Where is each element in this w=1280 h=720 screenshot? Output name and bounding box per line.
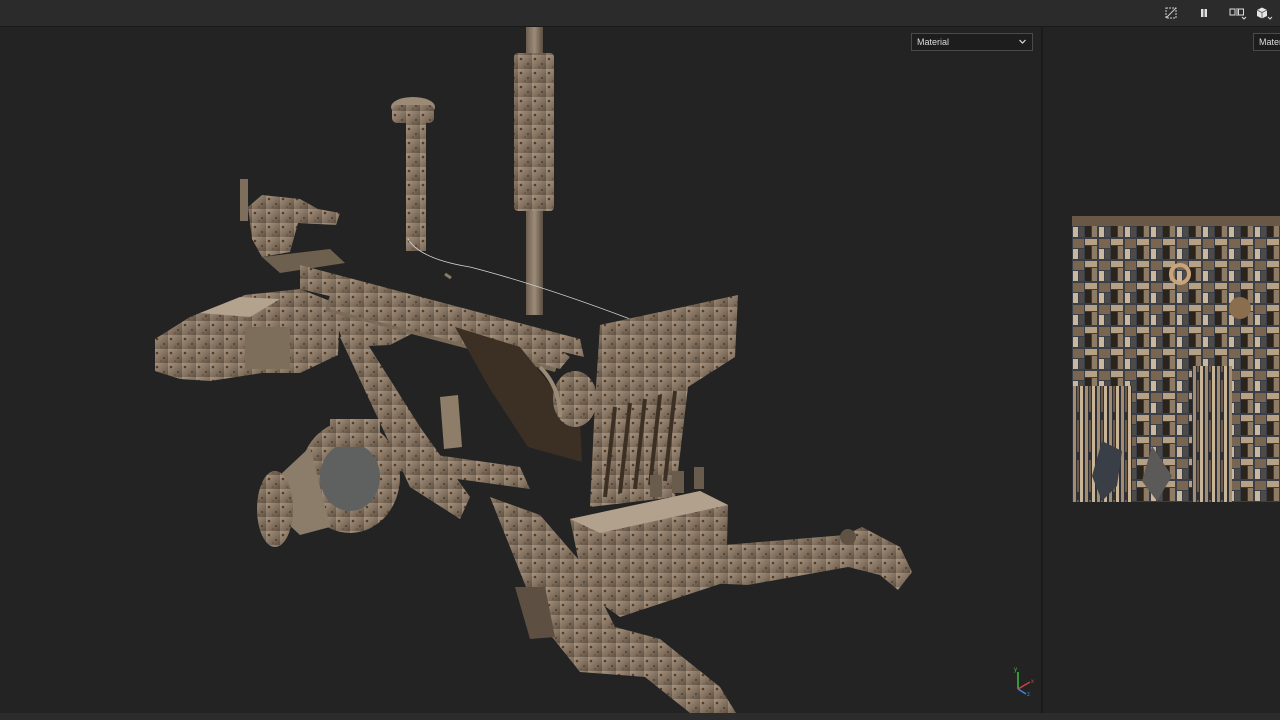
uv-texture-map [1072,216,1280,502]
svg-text:x: x [1031,679,1034,685]
bottom-status-bar [0,713,1280,720]
texture-channel-select[interactable]: Mater [1253,33,1280,51]
cube-view-icon[interactable] [1253,4,1275,22]
split-view-icon[interactable] [1228,4,1248,22]
svg-text:y: y [1014,667,1017,673]
axis-gizmo: y x z [1014,667,1034,696]
hide-grid-icon[interactable] [1163,4,1179,22]
2d-viewport[interactable]: Mater [1043,27,1280,713]
svg-text:z: z [1027,692,1030,696]
top-toolbar [0,0,1280,27]
texture-channel-select-value: Mater [1259,37,1280,47]
tractor-hitch-model [155,27,912,713]
pause-icon[interactable] [1196,4,1212,22]
3d-viewport[interactable]: Material y x z [0,27,1041,713]
